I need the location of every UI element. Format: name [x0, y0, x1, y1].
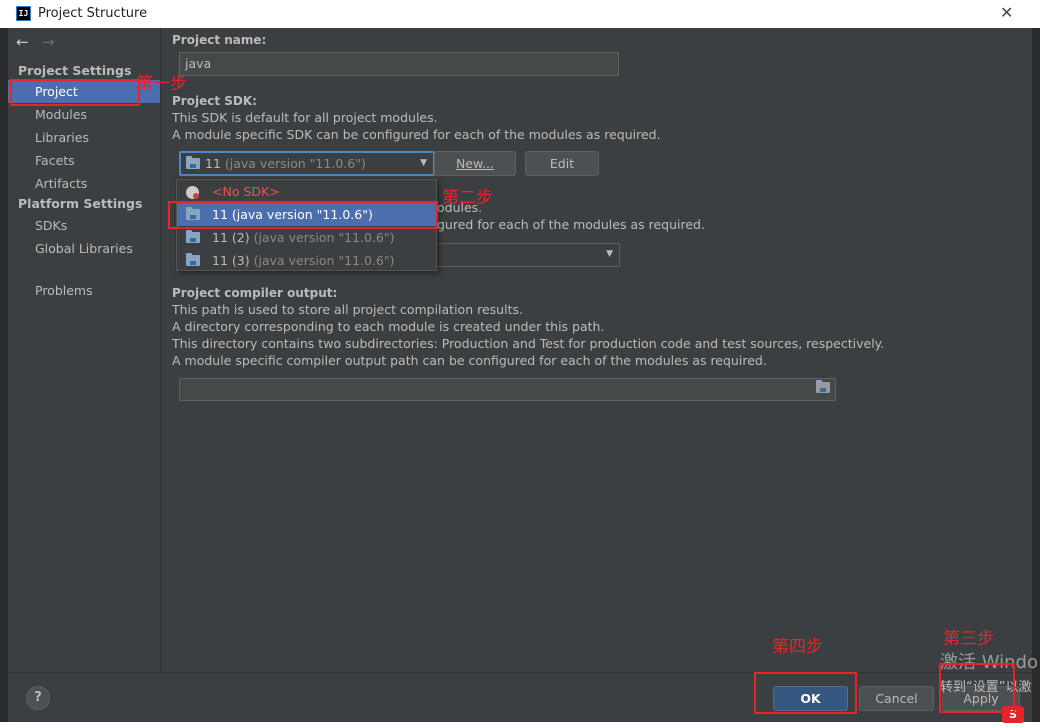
- forward-arrow-icon[interactable]: →: [42, 33, 55, 51]
- annotation-step1: 第一步: [136, 74, 187, 94]
- project-name-input[interactable]: java: [179, 52, 619, 76]
- project-settings-header: Project Settings: [18, 63, 132, 78]
- sidebar-item-facets[interactable]: Facets: [8, 149, 160, 172]
- sidebar-item-modules[interactable]: Modules: [8, 103, 160, 126]
- intellij-app-icon: IJ: [16, 6, 31, 21]
- project-name-label: Project name:: [172, 33, 267, 47]
- no-sdk-globe-icon: [186, 186, 199, 199]
- sdk-folder-icon: [186, 207, 200, 220]
- sdk-select[interactable]: 11 (java version "11.0.6") ▼: [179, 151, 435, 176]
- sdk-description-1: This SDK is default for all project modu…: [172, 110, 438, 125]
- sdk-folder-icon: [186, 156, 200, 169]
- compiler-output-input[interactable]: [179, 378, 836, 401]
- sidebar-item-global-libraries[interactable]: Global Libraries: [8, 237, 160, 260]
- project-sdk-label: Project SDK:: [172, 94, 257, 108]
- edit-sdk-button[interactable]: Edit: [525, 151, 599, 176]
- dropdown-item-sdk-11-3[interactable]: 11 (3) (java version "11.0.6"): [177, 249, 436, 272]
- browse-folder-icon[interactable]: [816, 380, 830, 393]
- new-sdk-button[interactable]: New...: [434, 151, 516, 176]
- background-editor-strip-left: [0, 28, 8, 728]
- sdk-version: (java version "11.0.6"): [231, 207, 373, 222]
- compiler-output-label: Project compiler output:: [172, 286, 338, 300]
- sdk-folder-icon: [186, 230, 200, 243]
- chevron-down-icon: ▼: [420, 158, 427, 168]
- language-level-description-2: gured for each of the modules as require…: [437, 217, 705, 232]
- sdk-version: (java version "11.0.6"): [253, 230, 395, 245]
- chevron-down-icon: ▼: [606, 249, 613, 259]
- sdk-dropdown-list: <No SDK> 11 (java version "11.0.6") 11 (…: [176, 179, 437, 271]
- sidebar-item-artifacts[interactable]: Artifacts: [8, 172, 160, 195]
- title-bar: IJ Project Structure ✕: [0, 0, 1040, 28]
- taskbar-strip: [0, 722, 1040, 728]
- project-structure-dialog: IJ Project Structure ✕ ← → Project Setti…: [0, 0, 1040, 728]
- dialog-button-bar: ? OK Cancel Apply: [8, 672, 1032, 722]
- annotation-step3: 第三步: [943, 629, 994, 649]
- sdk-name: 11 (3): [212, 253, 250, 268]
- language-level-select[interactable]: ▼: [433, 243, 620, 267]
- sdk-name: 11 (2): [212, 230, 250, 245]
- compiler-description-3: This directory contains two subdirectori…: [172, 336, 885, 351]
- ok-button[interactable]: OK: [773, 686, 848, 711]
- sidebar-item-sdks[interactable]: SDKs: [8, 214, 160, 237]
- sidebar-item-problems[interactable]: Problems: [8, 279, 160, 302]
- window-title: Project Structure: [38, 6, 148, 21]
- annotation-step2: 第二步: [442, 188, 493, 208]
- project-settings-panel: Project name: java Project SDK: This SDK…: [162, 28, 1032, 672]
- sdk-selected-name: 11: [205, 156, 221, 171]
- sdk-version: (java version "11.0.6"): [253, 253, 395, 268]
- windows-activation-watermark: 激活 Windo: [940, 652, 1038, 673]
- sdk-name: 11: [212, 207, 228, 222]
- windows-activation-watermark-subtext: 转到“设置”以激: [940, 680, 1032, 695]
- dropdown-item-sdk-11[interactable]: 11 (java version "11.0.6"): [177, 203, 436, 226]
- cancel-button[interactable]: Cancel: [859, 686, 934, 711]
- dropdown-item-sdk-11-2[interactable]: 11 (2) (java version "11.0.6"): [177, 226, 436, 249]
- compiler-description-2: A directory corresponding to each module…: [172, 319, 605, 334]
- dropdown-item-no-sdk[interactable]: <No SDK>: [177, 180, 436, 203]
- compiler-description-1: This path is used to store all project c…: [172, 302, 523, 317]
- sogou-ime-icon: S: [1002, 706, 1024, 723]
- compiler-description-4: A module specific compiler output path c…: [172, 353, 767, 368]
- platform-settings-header: Platform Settings: [18, 196, 143, 211]
- no-sdk-label: <No SDK>: [212, 184, 280, 199]
- close-icon[interactable]: ✕: [1000, 3, 1013, 22]
- sidebar: ← → Project Settings Project Modules Lib…: [8, 28, 161, 672]
- sdk-description-2: A module specific SDK can be configured …: [172, 127, 661, 142]
- background-editor-strip-right: [1032, 28, 1040, 728]
- back-arrow-icon[interactable]: ←: [16, 33, 29, 51]
- annotation-step4: 第四步: [772, 637, 823, 657]
- sdk-folder-icon: [186, 253, 200, 266]
- sdk-selected-version: (java version "11.0.6"): [224, 156, 366, 171]
- help-button[interactable]: ?: [26, 686, 50, 710]
- sidebar-item-libraries[interactable]: Libraries: [8, 126, 160, 149]
